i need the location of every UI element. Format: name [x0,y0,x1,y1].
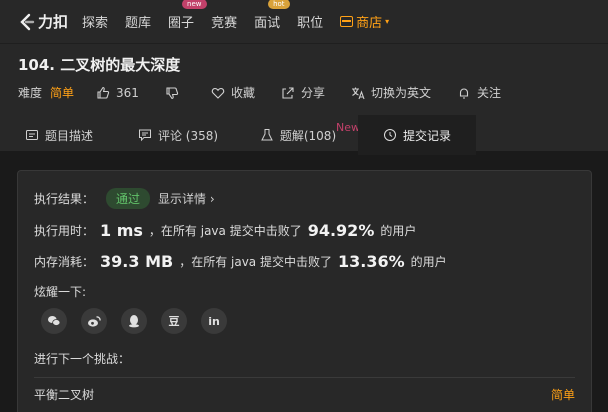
problem-meta: 难度 简单 361 收藏 分享 切换为英文 关注 [18,84,590,101]
next-problem-item[interactable]: 平衡二叉树 简单 [34,377,575,403]
nav-explore[interactable]: 探索 [82,12,108,31]
clock-icon [383,129,396,141]
tab-submissions[interactable]: 提交记录 [358,115,476,155]
next-problem-title: 平衡二叉树 [34,388,95,402]
runtime-label: 执行用时： [34,224,95,238]
memory-text: ，在所有 java 提交中击败了 [179,255,332,269]
store-label: 商店 [356,16,383,31]
difficulty-label: 难度 [18,86,43,100]
share-icons: 豆 in [41,308,575,334]
new-badge: new [182,0,207,9]
description-icon [25,130,38,140]
share-prompt: 炫耀一下: [34,285,87,299]
runtime-percent: 94.92% [307,221,375,240]
heart-icon [211,87,225,99]
new-tag: New [336,121,360,134]
leetcode-logo-icon [20,13,35,30]
difficulty-value: 简单 [50,86,75,100]
share-button[interactable]: 分享 [281,84,325,101]
thumbs-down-icon [166,86,179,99]
douban-glyph: 豆 [168,315,180,328]
follow-button[interactable]: 关注 [457,84,501,101]
chevron-down-icon: ▾ [385,17,390,26]
hot-badge: hot [268,0,290,9]
tab-solutions[interactable]: 题解(108) New [238,115,360,155]
dislike-button[interactable] [165,86,185,100]
tab-bar: 题目描述 评论 (358) 题解(108) New 提交记录 [0,115,590,155]
memory-row: 内存消耗： 39.3 MB ，在所有 java 提交中击败了 13.36% 的用… [34,252,575,271]
tab-label: 评论 (358) [157,128,219,143]
tab-label: 题解(108) [279,128,337,143]
runtime-suffix: 的用户 [380,224,417,238]
like-count: 361 [116,85,139,100]
logo[interactable]: 力扣 [18,11,68,32]
tab-comments[interactable]: 评论 (358) [118,115,238,155]
douban-icon[interactable]: 豆 [161,308,187,334]
linkedin-glyph: in [208,314,220,328]
translate-label: 切换为英文 [370,86,431,100]
logo-text: 力扣 [38,13,69,31]
weibo-icon[interactable] [81,308,107,334]
runtime-text: ，在所有 java 提交中击败了 [148,224,302,238]
nav-store[interactable]: 商店 ▾ [340,12,389,31]
like-button[interactable]: 361 [96,86,139,100]
result-card: 执行结果： 通过 显示详情 › 执行用时： 1 ms ，在所有 java 提交中… [17,170,592,412]
follow-label: 关注 [476,86,501,100]
show-details-link[interactable]: 显示详情 › [158,190,215,207]
weibo-glyph [87,315,101,327]
nav-label: 探索 [82,16,109,31]
problem-header: 104. 二叉树的最大深度 难度 简单 361 收藏 分享 切换为英文 关注 题… [0,44,608,155]
nav-circle[interactable]: 圈子 new [168,0,207,31]
share-icon [282,86,294,99]
memory-label: 内存消耗： [34,255,95,269]
bell-icon [459,87,469,99]
top-navbar: 力扣 探索 题库 圈子 new 竞赛 面试 hot 职位 商店 ▾ [0,0,608,44]
nav-jobs[interactable]: 职位 [297,12,323,31]
thumbs-up-icon [97,86,110,99]
memory-suffix: 的用户 [410,255,447,269]
nav-interview[interactable]: 面试 hot [254,0,290,31]
tab-label: 提交记录 [402,128,451,143]
tab-label: 题目描述 [44,128,93,143]
translate-button[interactable]: 切换为英文 [351,84,431,101]
favorite-button[interactable]: 收藏 [211,84,255,101]
wechat-icon[interactable] [41,308,67,334]
next-problem-difficulty: 简单 [550,388,575,402]
memory-value: 39.3 MB [100,252,174,271]
nav-label: 圈子 [168,16,195,31]
flask-icon [261,129,273,141]
runtime-value: 1 ms [100,221,143,240]
runtime-row: 执行用时： 1 ms ，在所有 java 提交中击败了 94.92% 的用户 [34,221,575,240]
wechat-glyph [48,316,61,326]
store-icon [340,16,354,27]
qq-icon[interactable] [121,308,147,334]
next-label-row: 进行下一个挑战： [34,350,575,367]
favorite-label: 收藏 [230,86,255,100]
share-label: 分享 [300,86,325,100]
nav-contest[interactable]: 竞赛 [211,12,237,31]
translate-icon [351,87,365,99]
result-row: 执行结果： 通过 显示详情 › [34,188,575,209]
comment-icon [138,129,151,142]
nav-label: 职位 [297,16,324,31]
nav-label: 竞赛 [211,16,238,31]
share-label-row: 炫耀一下: [34,283,575,300]
tab-description[interactable]: 题目描述 [0,115,118,155]
nav-label: 题库 [125,16,152,31]
problem-title: 104. 二叉树的最大深度 [18,56,181,74]
qq-glyph [129,315,139,328]
linkedin-icon[interactable]: in [201,308,227,334]
next-challenge-label: 进行下一个挑战： [34,352,131,366]
nav-label: 面试 [254,16,281,31]
result-label: 执行结果： [34,192,95,206]
status-badge: 通过 [106,188,151,209]
memory-percent: 13.36% [337,252,405,271]
nav-problemset[interactable]: 题库 [125,12,151,31]
